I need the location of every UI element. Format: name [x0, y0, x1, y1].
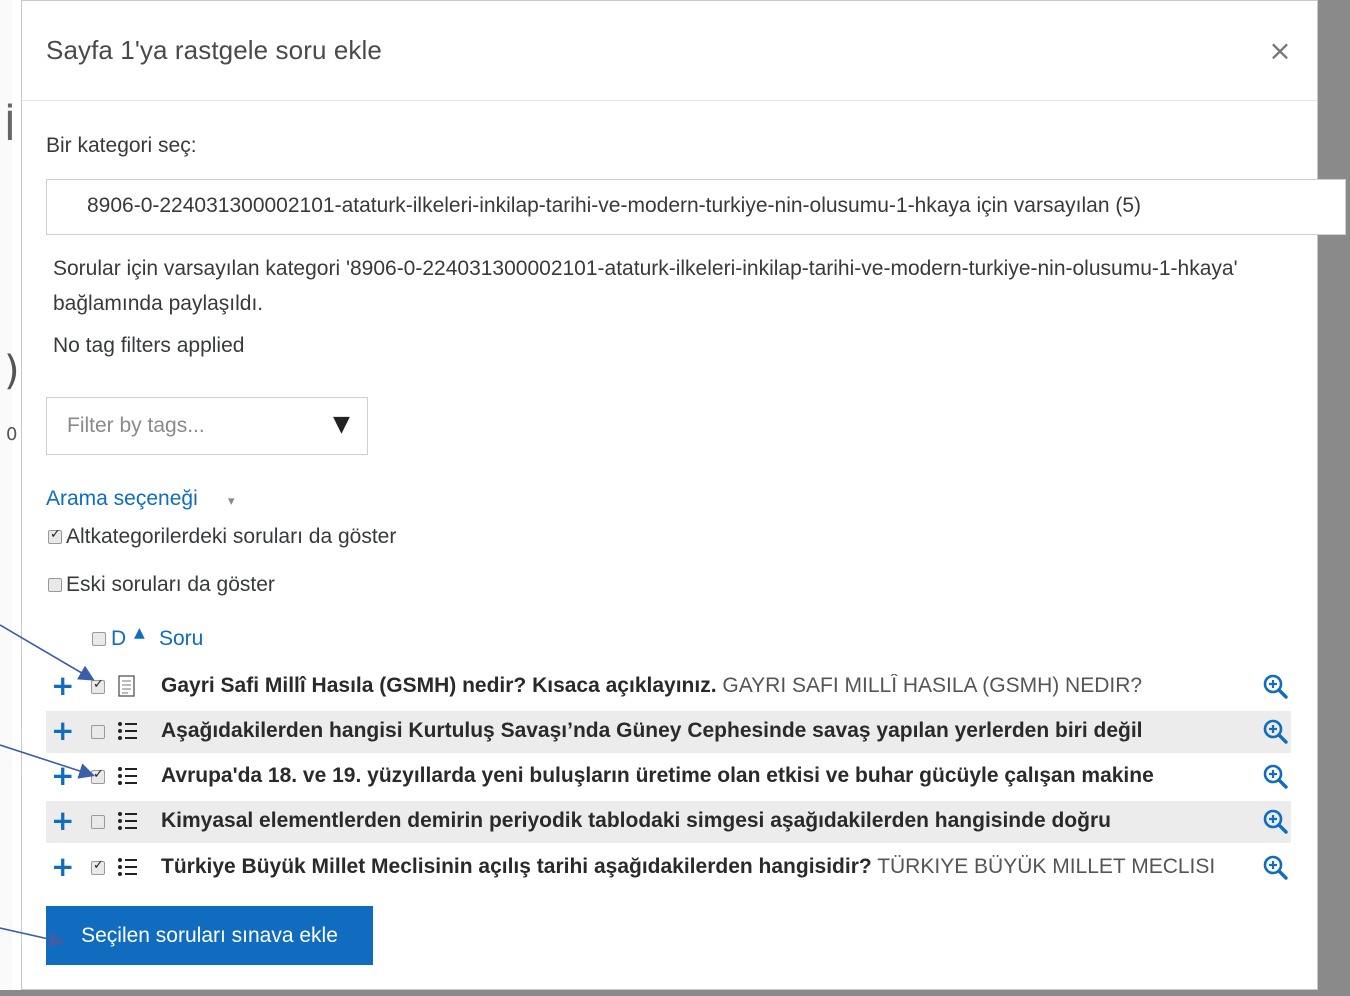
question-text: Türkiye Büyük Millet Meclisinin açılış t… [161, 855, 1259, 879]
category-label: Bir kategori seç: [46, 134, 197, 157]
question-row[interactable]: + Avrupa'da 18. ve 19. yüzyıllarda yeni b… [46, 756, 1291, 798]
show-old-checkbox[interactable] [48, 578, 62, 592]
question-select-checkbox[interactable] [91, 858, 105, 875]
random-question-modal: Sayfa 1'ya rastgele soru ekle × Bir kate… [21, 0, 1346, 990]
question-text: Avrupa'da 18. ve 19. yüzyıllarda yeni bu… [161, 764, 1259, 788]
backdrop-fragment: ) [4, 348, 20, 394]
question-select-checkbox[interactable] [91, 677, 105, 694]
sort-ascending-icon: ▲ [134, 625, 145, 641]
caret-down-icon: ▾ [228, 494, 235, 509]
question-text: Kimyasal elementlerden demirin periyodik… [161, 809, 1259, 833]
preview-zoom-icon[interactable] [1262, 673, 1288, 699]
tag-filter-placeholder: Filter by tags... [67, 414, 205, 437]
question-name: Gayri Safi Millî Hasıla (GSMH) nedir? Kı… [161, 674, 717, 697]
essay-icon [118, 675, 135, 697]
question-select-checkbox[interactable] [91, 815, 105, 829]
modal-title: Sayfa 1'ya rastgele soru ekle [46, 35, 382, 65]
multichoice-icon [118, 858, 137, 876]
preview-zoom-icon[interactable] [1262, 718, 1288, 744]
question-text: Gayri Safi Millî Hasıla (GSMH) nedir? Kı… [161, 674, 1259, 698]
question-name: Avrupa'da 18. ve 19. yüzyıllarda yeni bu… [161, 764, 1154, 787]
show-old-label: Eski soruları da göster [66, 573, 275, 596]
question-row[interactable]: + Türkiye Büyük Millet Meclisinin açılış … [46, 847, 1291, 889]
question-name: Türkiye Büyük Millet Meclisinin açılış t… [161, 855, 872, 878]
modal-backdrop-shade [0, 990, 1350, 996]
preview-zoom-icon[interactable] [1262, 854, 1288, 880]
tag-filter-status: No tag filters applied [53, 334, 245, 357]
show-subcategories-checkbox[interactable] [48, 527, 62, 544]
modal-header: Sayfa 1'ya rastgele soru ekle × [22, 1, 1317, 101]
show-subcategories-label: Altkategorilerdeki soruları da göster [66, 525, 397, 548]
column-header-question[interactable]: Soru [159, 627, 203, 651]
question-preview: GAYRI SAFI MILLÎ HASILA (GSMH) NEDIR? [722, 674, 1143, 697]
add-selected-questions-button[interactable]: Seçilen soruları sınava ekle [46, 906, 373, 965]
column-header-type[interactable]: D [111, 627, 126, 651]
multichoice-icon [118, 767, 137, 785]
preview-zoom-icon[interactable] [1262, 808, 1288, 834]
category-select[interactable]: 8906-0-224031300002101-ataturk-ilkeleri-… [46, 179, 1346, 235]
multichoice-icon [118, 722, 137, 740]
question-select-checkbox[interactable] [91, 725, 105, 739]
add-question-icon[interactable]: + [51, 669, 74, 703]
dropdown-arrow-icon: ▼ [333, 412, 350, 437]
close-icon[interactable]: × [1266, 35, 1294, 67]
question-preview: TÜRKIYE BÜYÜK MILLET MECLISI [877, 855, 1216, 878]
add-question-icon[interactable]: + [51, 850, 74, 884]
multichoice-icon [118, 812, 137, 830]
question-text: Aşağıdakilerden hangisi Kurtuluş Savaşı’… [161, 719, 1259, 743]
category-description: Sorular için varsayılan kategori '8906-0… [53, 257, 1238, 315]
backdrop-fragment: İ [4, 104, 16, 150]
backdrop-fragment: 0 [6, 424, 18, 445]
select-all-checkbox[interactable] [92, 632, 106, 646]
modal-backdrop-shade [1318, 0, 1350, 996]
question-select-checkbox[interactable] [91, 767, 105, 784]
add-question-icon[interactable]: + [51, 759, 74, 793]
add-question-icon[interactable]: + [51, 804, 74, 838]
preview-zoom-icon[interactable] [1262, 763, 1288, 789]
category-select-value: 8906-0-224031300002101-ataturk-ilkeleri-… [87, 194, 1141, 217]
add-question-icon[interactable]: + [51, 714, 74, 748]
question-name: Aşağıdakilerden hangisi Kurtuluş Savaşı’… [161, 719, 1143, 742]
question-row[interactable]: + Gayri Safi Millî Hasıla (GSMH) nedir? K… [46, 666, 1291, 708]
question-row[interactable]: + Kimyasal elementlerden demirin periyodi… [46, 801, 1291, 843]
tag-filter-select[interactable]: Filter by tags... ▼ [46, 397, 368, 455]
question-row[interactable]: + Aşağıdakilerden hangisi Kurtuluş Savaşı… [46, 711, 1291, 753]
search-options-link[interactable]: Arama seçeneği [46, 487, 198, 511]
question-name: Kimyasal elementlerden demirin periyodik… [161, 809, 1111, 832]
